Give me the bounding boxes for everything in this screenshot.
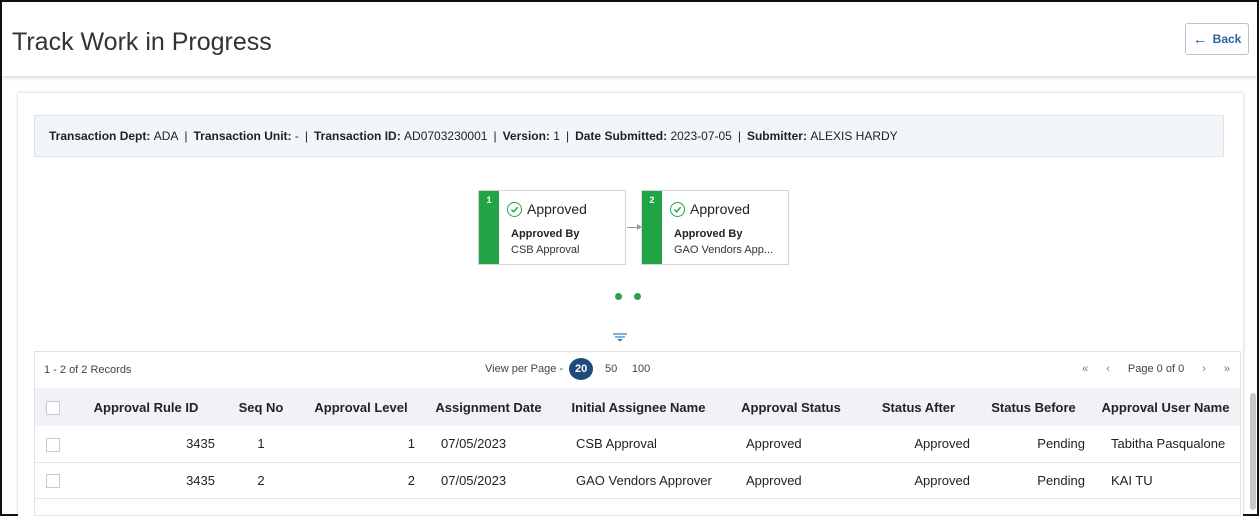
check-circle-icon xyxy=(507,201,522,217)
transaction-summary: Transaction Dept: ADA | Transaction Unit… xyxy=(34,115,1224,157)
records-count: 1 - 2 of 2 Records xyxy=(44,364,132,376)
cell-status-before: Pending xyxy=(976,462,1091,499)
arrow-left-icon: ← xyxy=(1192,30,1208,48)
approved-by-label: Approved By xyxy=(511,228,580,240)
cell-seq-no: 2 xyxy=(221,462,301,499)
collapse-filter-icon[interactable] xyxy=(612,332,628,342)
transaction-id-label: Transaction ID: xyxy=(314,129,401,143)
cell-approval-status: Approved xyxy=(721,426,861,463)
separator: | xyxy=(737,129,741,143)
column-header[interactable]: Approval Rule ID xyxy=(71,388,221,426)
cell-status-after: Approved xyxy=(861,426,976,463)
column-header[interactable]: Approval Level xyxy=(301,388,421,426)
transaction-id-value: AD0703230001 xyxy=(404,129,488,143)
dept-label: Transaction Dept: xyxy=(49,129,151,143)
dept-value: ADA xyxy=(153,129,179,143)
pagination: « ‹ Page 0 of 0 › » xyxy=(1082,363,1230,375)
row-select-cell xyxy=(35,426,71,463)
main-panel: Transaction Dept: ADA | Transaction Unit… xyxy=(18,93,1243,516)
step-status-label: Approved xyxy=(690,201,750,217)
last-page-icon[interactable]: » xyxy=(1224,363,1230,375)
next-page-icon[interactable]: › xyxy=(1202,363,1206,375)
back-button[interactable]: ← Back xyxy=(1185,23,1249,55)
carousel-dots xyxy=(615,293,641,300)
column-header[interactable]: Approval Status xyxy=(721,388,861,426)
row-checkbox[interactable] xyxy=(46,473,60,488)
vertical-scrollbar[interactable] xyxy=(1250,393,1256,510)
cell-assignee: GAO Vendors Approver xyxy=(556,462,721,499)
version-value: 1 xyxy=(553,129,560,143)
column-header[interactable]: Assignment Date xyxy=(421,388,556,426)
step-status: Approved xyxy=(507,201,587,217)
pager-bar: 1 - 2 of 2 Records View per Page - 20 50… xyxy=(35,352,1240,388)
submitter-value: ALEXIS HARDY xyxy=(810,129,898,143)
first-page-icon[interactable]: « xyxy=(1082,363,1088,375)
approved-by-label: Approved By xyxy=(674,228,743,240)
separator: | xyxy=(493,129,497,143)
step-status-label: Approved xyxy=(527,201,587,217)
separator: | xyxy=(304,129,308,143)
cell-status-after: Approved xyxy=(861,462,976,499)
step-number: 1 xyxy=(479,191,499,264)
date-submitted-label: Date Submitted: xyxy=(575,129,668,143)
cell-rule-id: 3435 xyxy=(71,426,221,463)
page-title: Track Work in Progress xyxy=(12,28,272,56)
column-header[interactable]: Approval User Name xyxy=(1091,388,1240,426)
view-per-page-label: View per Page - xyxy=(485,363,564,375)
view-per-page: View per Page - 20 50 100 xyxy=(485,358,653,380)
row-select-cell xyxy=(35,462,71,499)
workflow-step-1[interactable]: 1 Approved Approved By CSB Approval xyxy=(478,190,626,265)
column-header[interactable]: Status Before xyxy=(976,388,1091,426)
separator: | xyxy=(184,129,188,143)
cell-assignee: CSB Approval xyxy=(556,426,721,463)
carousel-dot[interactable] xyxy=(615,293,622,300)
step-status: Approved xyxy=(670,201,750,217)
workflow-arrow xyxy=(627,224,642,230)
approver-name: CSB Approval xyxy=(511,244,580,256)
column-header[interactable]: Seq No xyxy=(221,388,301,426)
cell-assignment-date: 07/05/2023 xyxy=(421,426,556,463)
unit-value: - xyxy=(294,129,299,143)
select-all-cell xyxy=(35,388,71,426)
carousel-dot[interactable] xyxy=(634,293,641,300)
column-header[interactable]: Initial Assignee Name xyxy=(556,388,721,426)
back-button-label: Back xyxy=(1212,32,1242,46)
check-circle-icon xyxy=(670,201,685,217)
separator: | xyxy=(565,129,570,143)
version-label: Version: xyxy=(502,129,550,143)
table-row[interactable]: 3435 1 1 07/05/2023 CSB Approval Approve… xyxy=(35,426,1240,463)
step-number: 2 xyxy=(642,191,662,264)
per-page-option-100[interactable]: 100 xyxy=(629,363,653,375)
cell-seq-no: 1 xyxy=(221,426,301,463)
row-checkbox[interactable] xyxy=(46,437,60,452)
approvals-table-container: 1 - 2 of 2 Records View per Page - 20 50… xyxy=(34,351,1241,516)
page-header: Track Work in Progress ← Back xyxy=(2,2,1257,76)
column-header[interactable]: Status After xyxy=(861,388,976,426)
submitter-label: Submitter: xyxy=(746,129,807,143)
cell-approval-status: Approved xyxy=(721,462,861,499)
prev-page-icon[interactable]: ‹ xyxy=(1106,363,1110,375)
page-indicator: Page 0 of 0 xyxy=(1127,363,1185,375)
cell-rule-id: 3435 xyxy=(71,462,221,499)
approver-name: GAO Vendors App... xyxy=(674,244,774,256)
per-page-option-50[interactable]: 50 xyxy=(599,363,623,375)
per-page-option-20[interactable]: 20 xyxy=(569,358,594,380)
date-submitted-value: 2023-07-05 xyxy=(670,129,732,143)
cell-assignment-date: 07/05/2023 xyxy=(421,462,556,499)
cell-approval-level: 1 xyxy=(301,426,421,463)
cell-approval-user: KAI TU xyxy=(1091,462,1240,499)
approvals-table: Approval Rule ID Seq No Approval Level A… xyxy=(35,388,1240,499)
table-row[interactable]: 3435 2 2 07/05/2023 GAO Vendors Approver… xyxy=(35,462,1240,499)
table-header-row: Approval Rule ID Seq No Approval Level A… xyxy=(35,388,1240,426)
unit-label: Transaction Unit: xyxy=(193,129,292,143)
workflow-step-2[interactable]: 2 Approved Approved By GAO Vendors App..… xyxy=(641,190,789,265)
select-all-checkbox[interactable] xyxy=(46,400,60,415)
cell-approval-level: 2 xyxy=(301,462,421,499)
cell-approval-user: Tabitha Pasqualone xyxy=(1091,426,1240,463)
cell-status-before: Pending xyxy=(976,426,1091,463)
